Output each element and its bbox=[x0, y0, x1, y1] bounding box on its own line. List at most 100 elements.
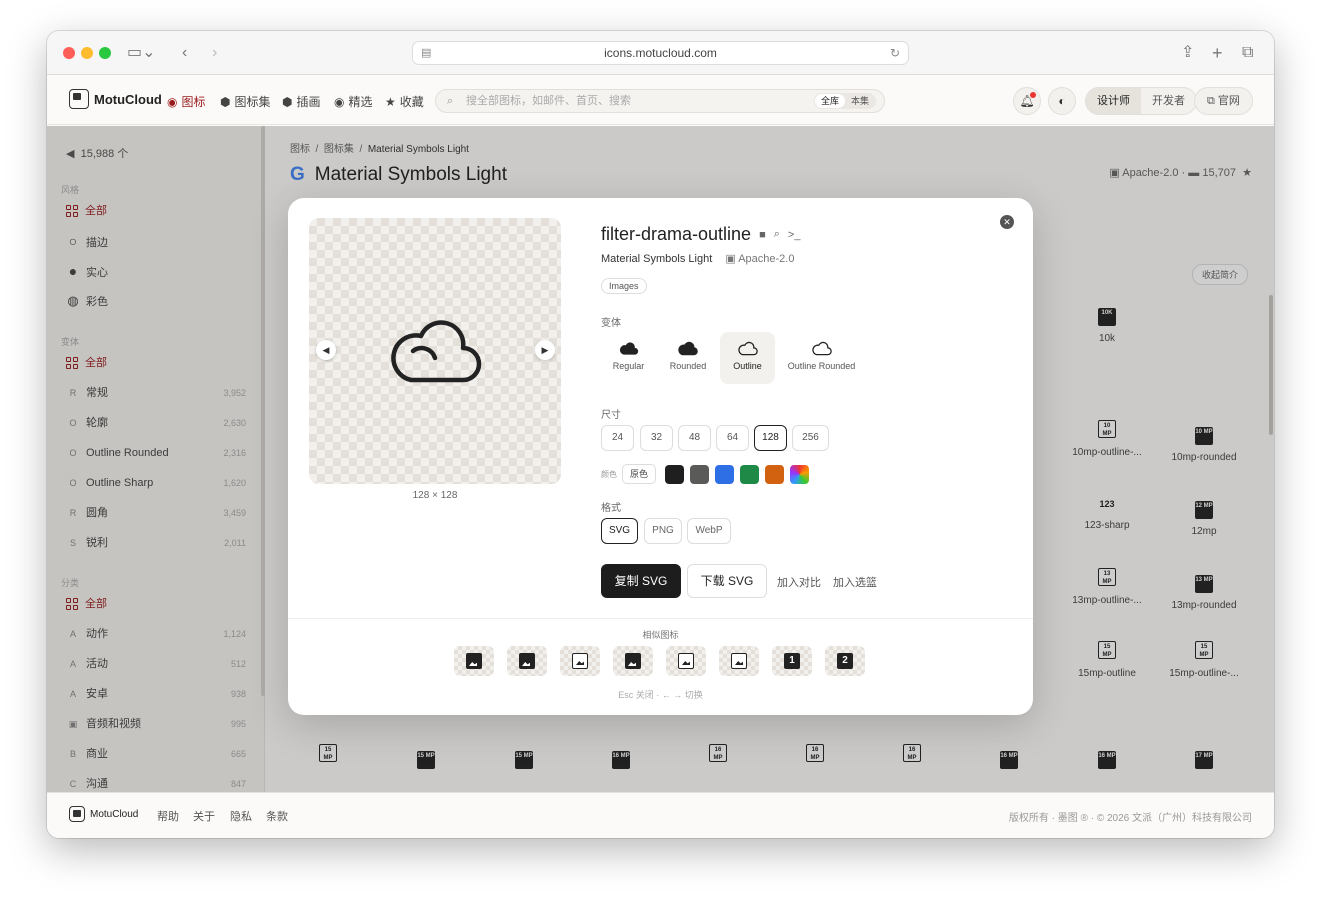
nav-icons-label: 图标 bbox=[181, 95, 206, 109]
scope-set-button[interactable]: 本集 bbox=[845, 94, 875, 108]
footer-link-help[interactable]: 帮助 bbox=[157, 808, 179, 824]
new-tab-icon[interactable]: + bbox=[1212, 43, 1223, 63]
similar-icons-label: 相似图标 bbox=[642, 630, 679, 640]
format-option-svg[interactable]: SVG bbox=[601, 518, 638, 544]
similar-icon-tile[interactable] bbox=[666, 646, 706, 676]
nav-icons[interactable]: ◉ 图标 bbox=[167, 93, 206, 110]
preview-dimensions: 128 × 128 bbox=[412, 490, 458, 501]
search-similar-icon[interactable]: ⌕ bbox=[774, 228, 780, 241]
size-option-24[interactable]: 24 bbox=[601, 425, 634, 451]
size-option-128[interactable]: 128 bbox=[754, 425, 787, 451]
format-label: 格式 bbox=[601, 503, 621, 514]
moon-icon: ◐ bbox=[1058, 94, 1066, 108]
address-bar[interactable]: ▤ icons.motucloud.com ↻ bbox=[412, 41, 909, 65]
similar-icon-tile[interactable]: 1 bbox=[772, 646, 812, 676]
similar-icon-tile[interactable] bbox=[719, 646, 759, 676]
format-option-webp[interactable]: WebP bbox=[687, 518, 731, 544]
footer: MotuCloud 帮助 关于 隐私 条款 版权所有 · 墨图 ® · © 20… bbox=[47, 792, 1274, 838]
nav-featured[interactable]: ◉ 精选 bbox=[334, 93, 373, 110]
icon-name-row: filter-drama-outline ■ ⌕ >_ bbox=[601, 224, 800, 245]
add-to-basket-link[interactable]: 加入选篮 bbox=[833, 574, 877, 590]
nav-icon-sets[interactable]: ⬢ 图标集 bbox=[220, 93, 271, 110]
footer-link-about[interactable]: 关于 bbox=[193, 808, 215, 824]
url-text: icons.motucloud.com bbox=[604, 46, 717, 60]
role-toggle: 设计师 开发者 bbox=[1085, 87, 1197, 115]
filter-1-icon: 1 bbox=[784, 653, 800, 669]
similar-icon-tile[interactable] bbox=[613, 646, 653, 676]
similar-icon-tile[interactable] bbox=[507, 646, 547, 676]
back-icon[interactable]: ‹ bbox=[182, 43, 187, 63]
scope-all-button[interactable]: 全库 bbox=[814, 94, 845, 108]
variant-rounded-label: Rounded bbox=[669, 361, 707, 371]
category-tag[interactable]: Images bbox=[601, 278, 647, 294]
minimize-window-button[interactable] bbox=[81, 47, 93, 59]
notifications-button[interactable]: 🔔︎ bbox=[1013, 87, 1041, 115]
cloud-filled-icon bbox=[619, 342, 638, 355]
sidebar-toggle-icon[interactable]: ▭⌄ bbox=[127, 43, 156, 63]
share-icon[interactable]: ⇪ bbox=[1181, 43, 1194, 63]
role-developer-button[interactable]: 开发者 bbox=[1141, 88, 1196, 114]
role-designer-button[interactable]: 设计师 bbox=[1086, 88, 1141, 114]
size-option-48[interactable]: 48 bbox=[678, 425, 711, 451]
logo-icon bbox=[69, 89, 89, 109]
download-svg-button[interactable]: 下载 SVG bbox=[687, 564, 767, 598]
footer-copyright: 版权所有 · 墨图 ® · © 2026 文派（广州）科技有限公司 bbox=[1008, 813, 1252, 824]
variant-regular[interactable]: Regular bbox=[601, 332, 656, 384]
tabs-overview-icon[interactable]: ⧉ bbox=[1242, 43, 1253, 63]
icon-license: Apache-2.0 bbox=[738, 253, 795, 265]
icon-set-link[interactable]: Material Symbols Light bbox=[601, 253, 712, 265]
variant-outline-rounded[interactable]: Outline Rounded bbox=[779, 332, 864, 384]
image-icon bbox=[519, 653, 535, 669]
size-option-32[interactable]: 32 bbox=[640, 425, 673, 451]
footer-link-privacy[interactable]: 隐私 bbox=[230, 808, 252, 824]
format-option-png[interactable]: PNG bbox=[644, 518, 682, 544]
close-window-button[interactable] bbox=[63, 47, 75, 59]
cloud-outline-icon bbox=[737, 341, 758, 356]
color-swatch[interactable] bbox=[665, 465, 684, 484]
image-icon bbox=[625, 653, 641, 669]
star-icon: ★ bbox=[385, 94, 396, 109]
official-site-button[interactable]: ⧉ 官网 bbox=[1194, 87, 1253, 115]
size-option-64[interactable]: 64 bbox=[716, 425, 749, 451]
color-swatch[interactable] bbox=[715, 465, 734, 484]
nav-favorites[interactable]: ★ 收藏 bbox=[385, 93, 424, 110]
browser-toolbar: ▭⌄ ‹ › ▤ icons.motucloud.com ↻ ⇪ + ⧉ bbox=[47, 31, 1274, 75]
variant-rounded[interactable]: Rounded bbox=[660, 332, 716, 384]
footer-logo[interactable]: MotuCloud bbox=[69, 806, 138, 822]
color-swatch[interactable] bbox=[765, 465, 784, 484]
footer-link-terms[interactable]: 条款 bbox=[266, 808, 288, 824]
search-input[interactable]: ⌕ 搜全部图标，如邮件、首页、搜索 全库 本集 bbox=[435, 89, 885, 113]
color-swatch[interactable] bbox=[790, 465, 809, 484]
check-circle-icon: ◉ bbox=[334, 94, 345, 109]
next-icon-button[interactable]: ▶ bbox=[535, 340, 555, 360]
close-modal-button[interactable]: ✕ bbox=[1000, 215, 1014, 229]
zoom-window-button[interactable] bbox=[99, 47, 111, 59]
terminal-icon[interactable]: >_ bbox=[788, 229, 801, 241]
reload-icon[interactable]: ↻ bbox=[890, 42, 900, 64]
color-swatch[interactable] bbox=[740, 465, 759, 484]
page-menu-icon[interactable]: ▤ bbox=[421, 42, 431, 64]
icon-name: filter-drama-outline bbox=[601, 224, 752, 244]
cloud-filled-rounded-icon bbox=[678, 341, 698, 356]
color-swatch[interactable] bbox=[690, 465, 709, 484]
forward-icon[interactable]: › bbox=[212, 43, 217, 63]
similar-icon-tile[interactable]: 2 bbox=[825, 646, 865, 676]
previous-icon-button[interactable]: ◀ bbox=[316, 340, 336, 360]
target-icon: ◉ bbox=[167, 94, 178, 109]
color-original-button[interactable]: 原色 bbox=[622, 464, 657, 484]
dark-mode-button[interactable]: ◐ bbox=[1048, 87, 1076, 115]
close-icon: ✕ bbox=[1003, 217, 1011, 227]
copy-svg-button[interactable]: 复制 SVG bbox=[601, 564, 681, 598]
cube-icon: ⬢ bbox=[282, 94, 293, 109]
cloud-outline-icon bbox=[391, 320, 482, 383]
keyboard-hint: Esc 关闭 · ← → 切换 bbox=[618, 690, 703, 700]
add-to-compare-link[interactable]: 加入对比 bbox=[777, 574, 821, 590]
size-option-256[interactable]: 256 bbox=[792, 425, 829, 451]
similar-icon-tile[interactable] bbox=[454, 646, 494, 676]
brand-logo[interactable]: MotuCloud bbox=[69, 89, 162, 109]
nav-featured-label: 精选 bbox=[348, 95, 373, 109]
similar-icon-tile[interactable] bbox=[560, 646, 600, 676]
nav-illustrations[interactable]: ⬢ 插画 bbox=[282, 93, 321, 110]
variant-outline[interactable]: Outline bbox=[720, 332, 775, 384]
copy-name-icon[interactable]: ■ bbox=[759, 229, 766, 241]
